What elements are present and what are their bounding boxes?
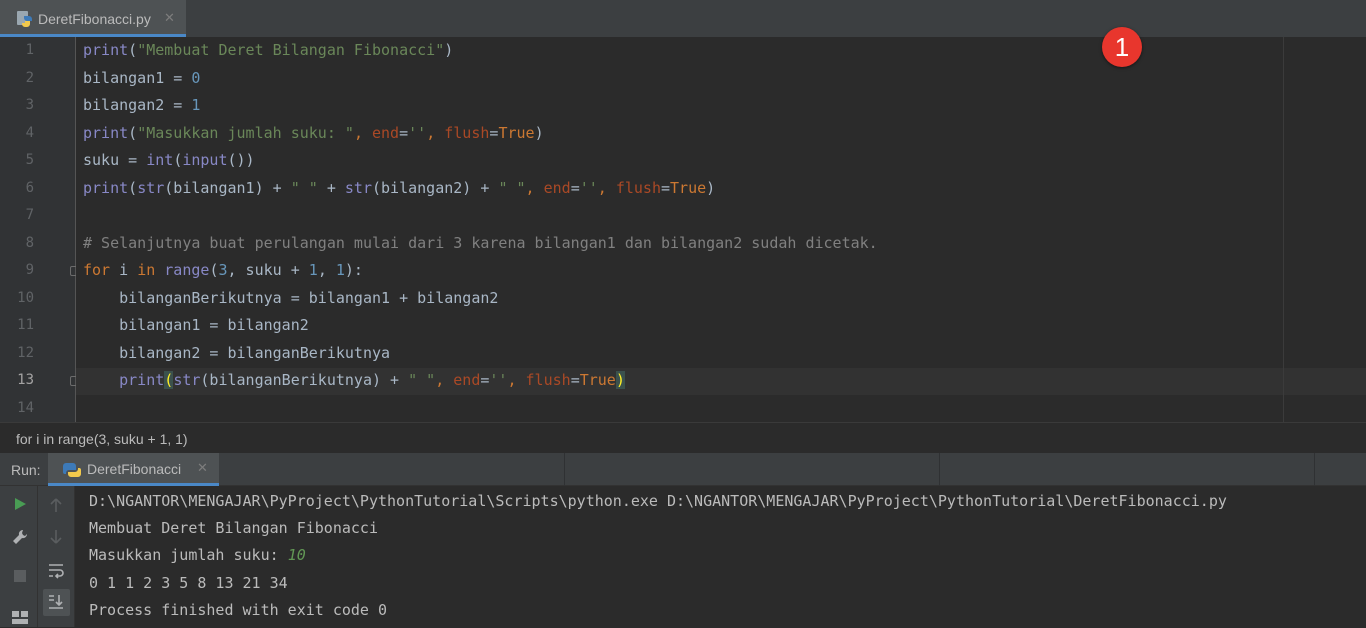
line-number: 9	[25, 262, 34, 278]
breadcrumb[interactable]: for i in range(3, suku + 1, 1)	[0, 422, 1366, 453]
run-tab-label: DeretFibonacci	[87, 461, 182, 477]
code-line-13: print(str(bilanganBerikutnya) + " ", end…	[119, 371, 625, 389]
code-line-4: print("Masukkan jumlah suku: ", end='', …	[83, 124, 544, 142]
code-line-1: print("Membuat Deret Bilangan Fibonacci"…	[83, 41, 454, 59]
console-prompt-line: Masukkan jumlah suku: 10	[89, 546, 306, 564]
line-number: 4	[25, 125, 34, 141]
line-number: 7	[25, 207, 34, 223]
annotation-badge-1: 1	[1102, 27, 1142, 67]
console-exit-line: Process finished with exit code 0	[89, 601, 388, 619]
code-line-2: bilangan1 = 0	[83, 69, 201, 87]
line-number: 10	[17, 290, 34, 306]
line-number-gutter[interactable]: 1 2 3 4 5 6 7 8 9 10 11 12 13 14	[0, 37, 79, 422]
breadcrumb-item[interactable]: for i in range(3, suku + 1, 1)	[16, 431, 188, 447]
code-line-5: suku = int(input())	[83, 151, 255, 169]
down-arrow-icon[interactable]	[45, 526, 67, 548]
close-run-tab-icon[interactable]: ✕	[197, 460, 208, 476]
code-lines[interactable]: print("Membuat Deret Bilangan Fibonacci"…	[76, 37, 1366, 422]
python-run-icon	[63, 461, 81, 479]
code-line-10: bilanganBerikutnya = bilangan1 + bilanga…	[83, 289, 499, 307]
run-toolbar-primary	[0, 486, 38, 627]
header-separator	[564, 453, 565, 486]
code-line-12: bilangan2 = bilanganBerikutnya	[83, 344, 391, 362]
current-line-number: 13	[17, 372, 34, 388]
code-line-11: bilangan1 = bilangan2	[83, 316, 309, 334]
run-toolbar-secondary	[38, 486, 75, 627]
wrench-icon[interactable]	[9, 526, 31, 548]
editor-tab-label: DeretFibonacci.py	[38, 11, 151, 27]
console-command-line: D:\NGANTOR\MENGAJAR\PyProject\PythonTuto…	[89, 492, 1227, 510]
layout-icon[interactable]	[9, 606, 31, 628]
python-file-icon	[16, 10, 34, 28]
run-label: Run:	[11, 462, 41, 478]
scroll-to-end-button[interactable]	[43, 589, 70, 616]
run-console-output[interactable]: D:\NGANTOR\MENGAJAR\PyProject\PythonTuto…	[75, 486, 1366, 627]
line-number: 5	[25, 152, 34, 168]
code-line-9: for i in range(3, suku + 1, 1):	[83, 261, 363, 279]
line-number: 11	[17, 317, 34, 333]
header-separator	[1314, 453, 1315, 486]
scroll-to-end-icon	[45, 591, 67, 613]
run-tool-window-header: Run: DeretFibonacci ✕	[0, 453, 1366, 486]
line-number: 12	[17, 345, 34, 361]
soft-wrap-icon[interactable]	[45, 560, 67, 582]
line-number: 2	[25, 70, 34, 86]
matched-paren-open: (	[164, 371, 174, 389]
run-tab-deretfibonacci[interactable]: DeretFibonacci ✕	[48, 453, 219, 486]
stop-icon[interactable]	[9, 565, 31, 587]
code-line-3: bilangan2 = 1	[83, 96, 201, 114]
rerun-play-icon[interactable]	[9, 493, 31, 515]
line-number: 1	[25, 42, 34, 58]
code-line-6: print(str(bilangan1) + " " + str(bilanga…	[83, 179, 716, 197]
line-number: 14	[17, 400, 34, 416]
matched-paren-close: )	[615, 371, 625, 389]
line-number: 3	[25, 97, 34, 113]
console-output-line: Membuat Deret Bilangan Fibonacci	[89, 519, 378, 537]
editor-tab-deretfibonacci[interactable]: DeretFibonacci.py ✕	[0, 0, 186, 37]
line-number: 8	[25, 235, 34, 251]
header-separator	[939, 453, 940, 486]
console-output-line: 0 1 1 2 3 5 8 13 21 34	[89, 574, 288, 592]
close-tab-icon[interactable]: ✕	[164, 10, 175, 26]
editor-tab-bar: DeretFibonacci.py ✕	[0, 0, 1366, 38]
up-arrow-icon[interactable]	[45, 494, 67, 516]
line-number: 6	[25, 180, 34, 196]
code-line-8: # Selanjutnya buat perulangan mulai dari…	[83, 234, 878, 252]
console-user-input: 10	[287, 546, 306, 564]
